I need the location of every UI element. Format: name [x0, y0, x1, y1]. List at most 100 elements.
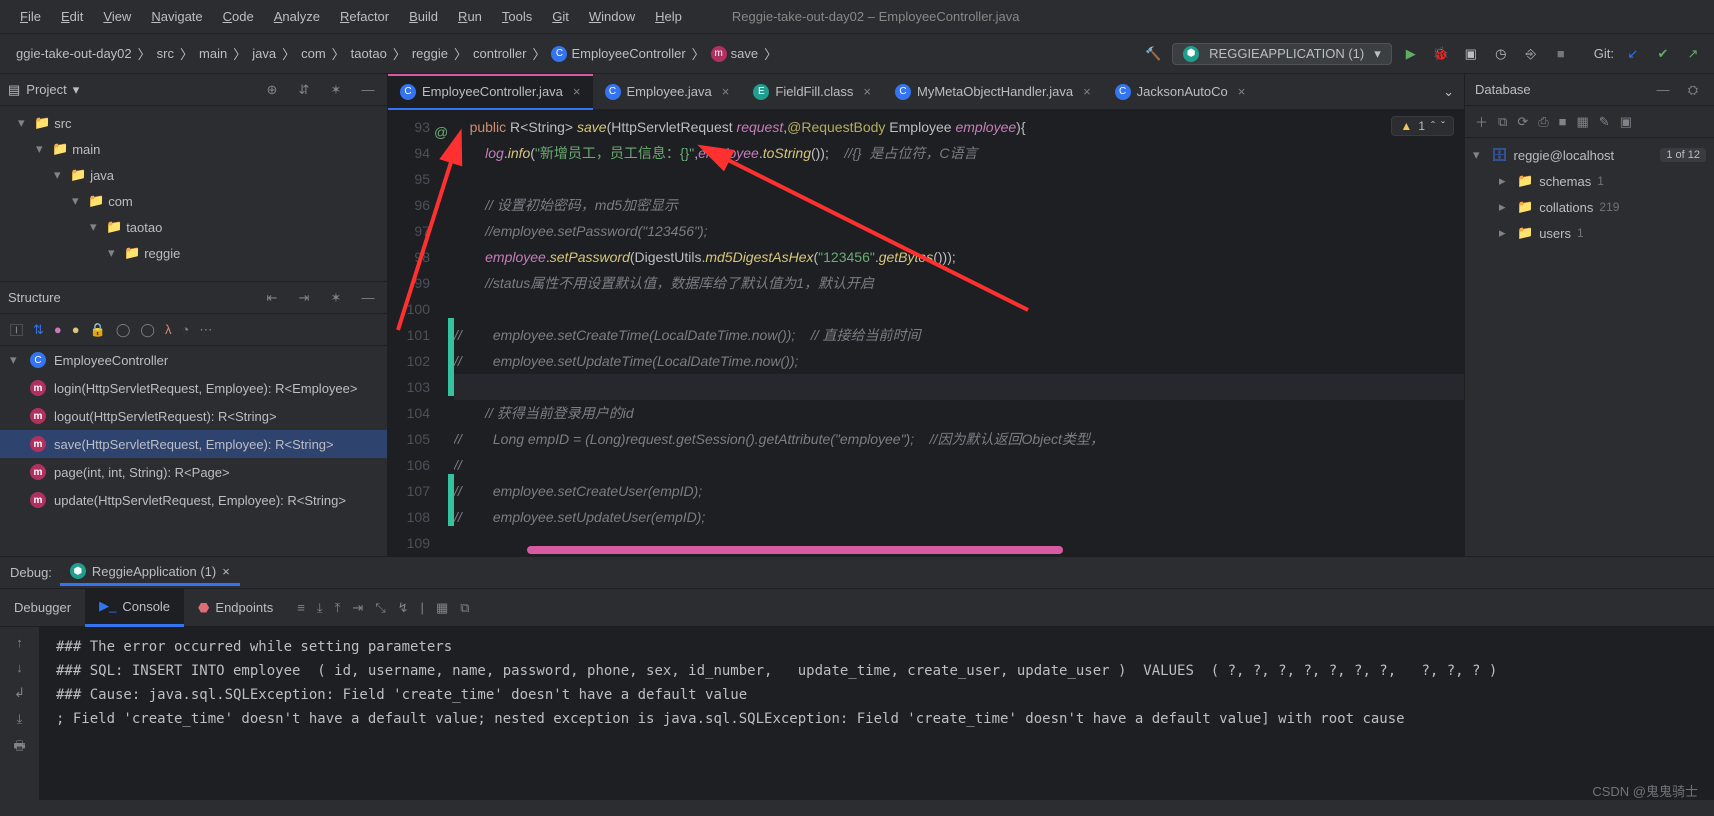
project-tree[interactable]: ▾📁 src▾📁 main▾📁 java▾📁 com▾📁 taotao▾📁 re… — [0, 106, 387, 270]
tree-folder[interactable]: ▾📁 src — [0, 110, 387, 136]
print-icon[interactable]: 🖶 — [13, 737, 25, 759]
debug-tab-debugger[interactable]: Debugger — [0, 589, 85, 627]
duplicate-icon[interactable]: ⧉ — [1498, 114, 1507, 130]
build-icon[interactable]: 🔨 — [1142, 43, 1164, 65]
debug-tab-endpoints[interactable]: ⬣ Endpoints — [184, 589, 287, 627]
tree-folder[interactable]: ▾📁 com — [0, 188, 387, 214]
breadcrumb-item[interactable]: com — [295, 46, 332, 61]
more-tabs-icon[interactable]: ⌄ — [1433, 84, 1464, 100]
visibility-icon[interactable]: ● — [54, 322, 62, 337]
breadcrumb-item[interactable]: m save — [705, 46, 764, 62]
horizontal-scrollbar[interactable] — [468, 546, 1444, 554]
add-datasource-icon[interactable]: ＋ — [1475, 112, 1488, 131]
editor-tab[interactable]: CEmployee.java× — [593, 74, 742, 110]
menu-analyze[interactable]: Analyze — [264, 5, 330, 28]
expand-all-icon[interactable]: ⇵ — [293, 79, 315, 101]
hide-icon[interactable]: — — [357, 287, 379, 309]
menu-window[interactable]: Window — [579, 5, 645, 28]
structure-method[interactable]: mlogout(HttpServletRequest): R<String> — [0, 402, 387, 430]
editor-tab[interactable]: CEmployeeController.java× — [388, 74, 593, 110]
editor-tab[interactable]: CMyMetaObjectHandler.java× — [883, 74, 1103, 110]
breadcrumb-item[interactable]: controller — [467, 46, 532, 61]
up-stack-icon[interactable]: ↑ — [16, 635, 23, 650]
table-icon[interactable]: ▦ — [1576, 114, 1588, 130]
breadcrumb-item[interactable]: C EmployeeController — [545, 46, 691, 62]
git-push-icon[interactable]: ↗ — [1682, 43, 1704, 65]
stop-icon[interactable]: ■ — [1559, 114, 1567, 129]
structure-method[interactable]: mpage(int, int, String): R<Page> — [0, 458, 387, 486]
refresh-icon[interactable]: ⟳ — [1517, 114, 1528, 130]
menu-refactor[interactable]: Refactor — [330, 5, 399, 28]
close-icon[interactable]: × — [722, 84, 730, 99]
settings-icon[interactable]: ⧉ — [460, 600, 469, 616]
settings-icon[interactable]: ⛭ — [1682, 79, 1704, 101]
git-commit-icon[interactable]: ✔ — [1652, 43, 1674, 65]
lock-icon[interactable]: 🔒 — [90, 322, 106, 338]
more-icon[interactable]: ⋯ — [199, 322, 212, 338]
filter-icon[interactable]: ⇅ — [33, 322, 44, 338]
run-button[interactable]: ▶ — [1400, 43, 1422, 65]
settings-icon[interactable]: ✶ — [325, 287, 347, 309]
db-node[interactable]: ▸📁collations 219 — [1465, 194, 1714, 220]
breadcrumb-item[interactable]: reggie — [406, 46, 454, 61]
run-configuration-selector[interactable]: ⬢ REGGIEAPPLICATION (1) ▾ — [1172, 43, 1392, 65]
editor-tab[interactable]: EFieldFill.class× — [741, 74, 883, 110]
close-icon[interactable]: × — [222, 564, 230, 579]
database-tree[interactable]: ▾ 🗄 reggie@localhost 1 of 12 ▸📁schemas 1… — [1465, 138, 1714, 250]
profile-button[interactable]: ◷ — [1490, 43, 1512, 65]
filter-icon[interactable]: ▣ — [1620, 114, 1632, 130]
structure-method[interactable]: msave(HttpServletRequest, Employee): R<S… — [0, 430, 387, 458]
inherited-icon[interactable]: ◯ — [116, 322, 131, 338]
menu-file[interactable]: File — [10, 5, 51, 28]
git-update-icon[interactable]: ↙ — [1622, 43, 1644, 65]
console-output[interactable]: ### The error occurred while setting par… — [40, 627, 1714, 800]
next-highlight-icon[interactable]: ˇ — [1441, 119, 1445, 133]
breadcrumb-item[interactable]: src — [151, 46, 180, 61]
menu-git[interactable]: Git — [542, 5, 579, 28]
attach-button[interactable]: ⎆ — [1520, 43, 1542, 65]
menu-help[interactable]: Help — [645, 5, 692, 28]
structure-list[interactable]: ▾ C EmployeeController mlogin(HttpServle… — [0, 346, 387, 514]
debug-tab-console[interactable]: ▶_ Console — [85, 589, 184, 627]
hide-icon[interactable]: — — [357, 79, 379, 101]
breadcrumb-item[interactable]: main — [193, 46, 233, 61]
code-editor[interactable]: 93@9495969798991001011021031041051061071… — [388, 110, 1464, 556]
tree-folder[interactable]: ▾📁 java — [0, 162, 387, 188]
jump-to-query-icon[interactable]: ⎙ — [1538, 114, 1548, 130]
tree-folder[interactable]: ▾📁 reggie — [0, 240, 387, 266]
stop-button[interactable]: ■ — [1550, 43, 1572, 65]
edit-icon[interactable]: ✎ — [1599, 114, 1610, 130]
layout-icon[interactable]: ▦ — [436, 600, 448, 616]
run-to-cursor-icon[interactable]: ⇥ — [352, 600, 363, 616]
soft-wrap-icon[interactable]: ↲ — [14, 685, 25, 701]
select-opened-file-icon[interactable]: ⊕ — [261, 79, 283, 101]
collapse-icon[interactable]: ⇤ — [261, 287, 283, 309]
step-over-icon[interactable]: ≡ — [297, 600, 305, 615]
db-node[interactable]: ▸📁users 1 — [1465, 220, 1714, 246]
gutter[interactable]: 93@9495969798991001011021031041051061071… — [388, 110, 448, 556]
evaluate-icon[interactable]: ⤡ — [375, 600, 385, 616]
menu-run[interactable]: Run — [448, 5, 492, 28]
menu-code[interactable]: Code — [213, 5, 264, 28]
step-into-icon[interactable]: ⤓ — [317, 600, 323, 616]
anonymous-icon[interactable]: ◯ — [140, 322, 155, 338]
menu-edit[interactable]: Edit — [51, 5, 93, 28]
editor-tab[interactable]: CJacksonAutoCo× — [1103, 74, 1258, 110]
settings-icon[interactable]: ✶ — [325, 79, 347, 101]
hide-icon[interactable]: — — [1652, 79, 1674, 101]
breadcrumb-item[interactable]: ggie-take-out-day02 — [10, 46, 138, 61]
step-out-icon[interactable]: ⤒ — [335, 600, 341, 616]
code-area[interactable]: public R<String> save(HttpServletRequest… — [454, 110, 1464, 556]
trace-icon[interactable]: ↯ — [398, 600, 409, 616]
chevron-down-icon[interactable]: ▾ — [73, 82, 80, 98]
menu-build[interactable]: Build — [399, 5, 448, 28]
tree-folder[interactable]: ▾📁 taotao — [0, 214, 387, 240]
down-stack-icon[interactable]: ↓ — [16, 660, 23, 675]
show-icon[interactable]: ◔ — [181, 322, 189, 337]
breadcrumb-item[interactable]: taotao — [345, 46, 393, 61]
lambda-icon[interactable]: λ — [165, 322, 172, 337]
db-node[interactable]: ▸📁schemas 1 — [1465, 168, 1714, 194]
close-icon[interactable]: × — [863, 84, 871, 99]
close-icon[interactable]: × — [1238, 84, 1246, 99]
expand-icon[interactable]: ⇥ — [293, 287, 315, 309]
